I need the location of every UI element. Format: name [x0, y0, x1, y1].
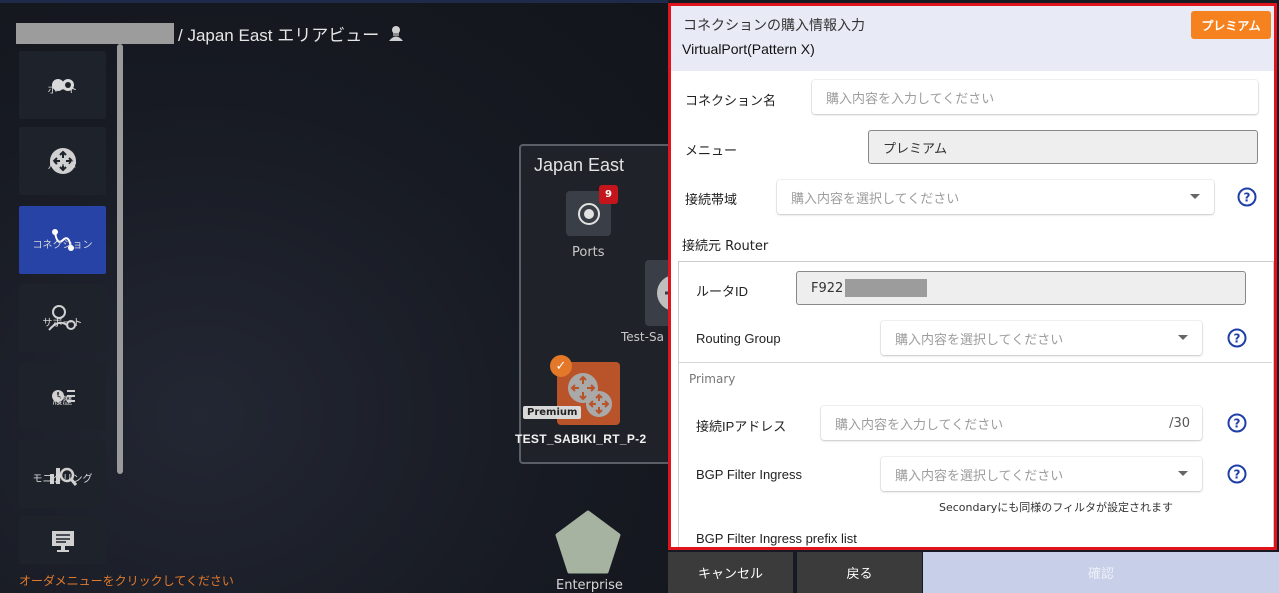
nav-item-monitoring[interactable]: モニタリング: [19, 440, 106, 508]
chevron-down-icon: [1178, 471, 1188, 476]
chevron-down-icon: [1190, 194, 1200, 199]
connection-name-input[interactable]: 購入内容を入力してください: [812, 80, 1258, 114]
ports-label: Ports: [572, 245, 605, 260]
nav-scrollbar[interactable]: [117, 44, 123, 474]
user-icon[interactable]: [387, 24, 405, 42]
bgp-ingress-label: BGP Filter Ingress: [696, 467, 802, 482]
connection-form-panel: コネクションの購入情報入力 VirtualPort(Pattern X) プレミ…: [668, 3, 1277, 550]
bandwidth-placeholder: 購入内容を選択してください: [791, 191, 960, 207]
router-node-test-sa[interactable]: [645, 260, 668, 326]
nav-item-router[interactable]: ルータ: [19, 127, 106, 195]
svg-text:?: ?: [1234, 468, 1241, 482]
top-line: [0, 0, 668, 3]
bgp-ingress-note: Secondaryにも同様のフィルタが設定されます: [939, 501, 1174, 514]
nav-item-port[interactable]: ポート: [19, 51, 106, 119]
connection-name-label: コネクション名: [685, 93, 777, 108]
enterprise-label: Enterprise: [556, 578, 623, 593]
menu-field: プレミアム: [868, 130, 1258, 164]
svg-text:?: ?: [1234, 417, 1241, 431]
help-icon[interactable]: ?: [1227, 413, 1247, 433]
panel-subtitle: VirtualPort(Pattern X): [682, 41, 815, 57]
ports-count-badge: 9: [599, 185, 618, 204]
order-menu-hint: オーダメニューをクリックしてください: [19, 574, 234, 588]
router-node-label: Test-Sa: [621, 330, 664, 344]
chevron-down-icon: [1178, 335, 1188, 340]
help-icon[interactable]: ?: [1227, 328, 1247, 348]
monitor-icon: [48, 526, 78, 556]
routing-group-select[interactable]: 購入内容を選択してください: [881, 321, 1202, 355]
router-icon: [657, 276, 668, 310]
back-button[interactable]: 戻る: [797, 552, 922, 593]
router-id-value: F922: [811, 280, 844, 296]
svg-text:?: ?: [1234, 332, 1241, 346]
help-icon[interactable]: ?: [1237, 187, 1257, 207]
routing-group-placeholder: 購入内容を選択してください: [895, 332, 1064, 348]
breadcrumb-text: / Japan East エリアビュー: [178, 25, 380, 45]
router-id-label: ルータID: [696, 284, 749, 299]
confirm-button[interactable]: 確認: [923, 552, 1279, 593]
menu-label: メニュー: [685, 143, 738, 158]
help-icon[interactable]: ?: [1227, 464, 1247, 484]
routing-group-label: Routing Group: [696, 331, 781, 346]
bgp-ingress-select[interactable]: 購入内容を選択してください: [881, 457, 1202, 491]
nav-item-monitor[interactable]: [19, 516, 106, 564]
router-id-field: F922: [796, 271, 1246, 305]
panel-header: コネクションの購入情報入力 VirtualPort(Pattern X) プレミ…: [671, 6, 1274, 71]
ip-address-label: 接続IPアドレス: [696, 419, 787, 434]
router-node-label: TEST_SABIKI_RT_P-2: [515, 432, 647, 446]
port-icon: [577, 202, 600, 225]
ip-address-input[interactable]: 購入内容を入力してください /30: [821, 406, 1202, 440]
redacted-text: [845, 279, 928, 297]
nav-item-history[interactable]: 履歴: [19, 362, 106, 430]
ip-suffix: /30: [1169, 415, 1190, 431]
bandwidth-select[interactable]: 購入内容を選択してください: [777, 180, 1214, 214]
source-router-title: 接続元 Router: [682, 239, 769, 254]
redacted-text: [16, 22, 174, 44]
primary-label: Primary: [689, 372, 736, 386]
bgp-ingress-prefix-label: BGP Filter Ingress prefix list: [696, 531, 857, 546]
ip-address-placeholder: 購入内容を入力してください: [835, 417, 1004, 433]
nav-item-support[interactable]: サポート: [19, 284, 106, 352]
panel-title: コネクションの購入情報入力: [683, 18, 865, 34]
bgp-ingress-placeholder: 購入内容を選択してください: [895, 468, 1064, 484]
svg-text:?: ?: [1244, 191, 1251, 205]
enterprise-node[interactable]: [555, 510, 621, 576]
cancel-button[interactable]: キャンセル: [668, 552, 793, 593]
area-title: Japan East: [534, 155, 625, 175]
premium-button[interactable]: プレミアム: [1191, 11, 1271, 39]
premium-tag: Premium: [523, 406, 582, 419]
divider: [679, 362, 1272, 363]
breadcrumb: / Japan East エリアビュー: [16, 22, 405, 45]
check-icon: ✓: [550, 355, 572, 377]
bandwidth-label: 接続帯域: [685, 192, 738, 207]
nav-item-connection[interactable]: コネクション: [19, 206, 106, 274]
